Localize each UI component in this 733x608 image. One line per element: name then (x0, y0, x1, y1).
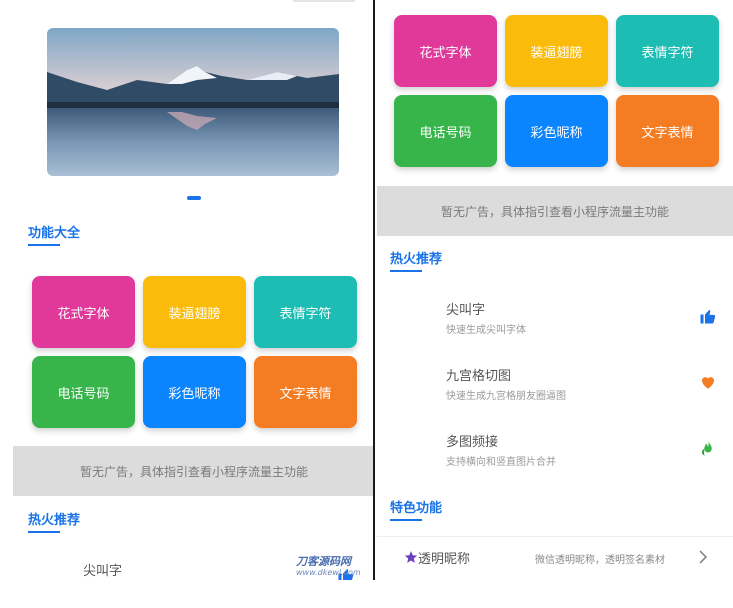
feature-tile[interactable]: 花式字体 (32, 276, 135, 348)
list-item[interactable]: 尖叫字 快速生成尖叫字体 (377, 290, 733, 350)
ad-placeholder: 暂无广告，具体指引查看小程序流量主功能 (377, 186, 733, 236)
hot-title: 热火推荐 (28, 513, 81, 528)
feature-tile[interactable]: 装逼翅膀 (143, 276, 246, 348)
feature-tile[interactable]: 表情字符 (254, 276, 357, 348)
features-title-underline (28, 244, 60, 246)
feature-tile[interactable]: 花式字体 (394, 15, 497, 87)
carousel-indicator[interactable] (187, 196, 201, 200)
panel-divider (373, 0, 375, 580)
thumbs-up-icon (700, 310, 716, 324)
special-item-desc: 微信透明昵称，透明签名素材 (535, 555, 665, 566)
ad-placeholder: 暂无广告，具体指引查看小程序流量主功能 (13, 446, 375, 496)
features-title: 功能大全 (28, 226, 81, 241)
feature-tile[interactable]: 文字表情 (254, 356, 357, 428)
feature-tile[interactable]: 文字表情 (616, 95, 719, 167)
hot-title-underline (390, 270, 422, 272)
top-edge-bar (293, 0, 355, 2)
list-item-title: 尖叫字 (83, 564, 123, 579)
features-grid: 花式字体 装逼翅膀 表情字符电话号码 彩色昵称 文字表情 (32, 276, 357, 428)
feature-tile[interactable]: 装逼翅膀 (505, 15, 608, 87)
special-item-title: 透明昵称 (418, 552, 471, 567)
banner-image (47, 28, 339, 176)
list-item-title: 尖叫字 (446, 303, 486, 318)
hot-title-underline (28, 531, 60, 533)
banner-carousel[interactable] (47, 28, 339, 176)
feature-tile[interactable]: 电话号码 (394, 95, 497, 167)
special-item-row[interactable]: 透明昵称 微信透明昵称，透明签名素材 (377, 536, 733, 580)
feature-tile[interactable]: 表情字符 (616, 15, 719, 87)
flame-icon (702, 440, 712, 456)
chevron-right-icon (699, 550, 708, 564)
special-title-underline (390, 519, 422, 521)
left-phone-screen: 功能大全 花式字体 装逼翅膀 表情字符电话号码 彩色昵称 文字表情 暂无广告，具体指引查… (13, 0, 375, 580)
heart-icon (702, 377, 714, 389)
list-item-title: 多图频接 (446, 435, 499, 450)
watermark-line2: www.dkewl.com (296, 568, 361, 577)
list-item-subtitle: 支持横向和竖直图片合并 (446, 457, 556, 468)
app-root: 功能大全 花式字体 装逼翅膀 表情字符 电话号码 彩色昵称 文字表情 暂无广告，具体指引查… (0, 0, 733, 608)
watermark: 刀客源码网 www.dkewl.com (296, 556, 361, 578)
feature-tile[interactable]: 彩色昵称 (143, 356, 246, 428)
features-grid: 花式字体 装逼翅膀 表情字符电话号码 彩色昵称 文字表情 (394, 15, 719, 167)
feature-tile[interactable]: 电话号码 (32, 356, 135, 428)
list-item[interactable]: 多图频接 支持横向和竖直图片合并 (377, 422, 733, 482)
list-item[interactable]: 九宫格切图 快速生成九宫格朋友圈逼图 (377, 356, 733, 416)
feature-tile[interactable]: 彩色昵称 (505, 95, 608, 167)
hot-title: 热火推荐 (390, 252, 443, 267)
list-item-subtitle: 快速生成尖叫字体 (446, 325, 526, 336)
list-item-title: 九宫格切图 (446, 369, 512, 384)
special-title: 特色功能 (390, 501, 443, 516)
star-icon (404, 551, 418, 563)
list-item-subtitle: 快速生成九宫格朋友圈逼图 (446, 391, 566, 402)
right-phone-screen: 花式字体 装逼翅膀 表情字符电话号码 彩色昵称 文字表情 暂无广告，具体指引查看小程序流… (377, 0, 733, 580)
